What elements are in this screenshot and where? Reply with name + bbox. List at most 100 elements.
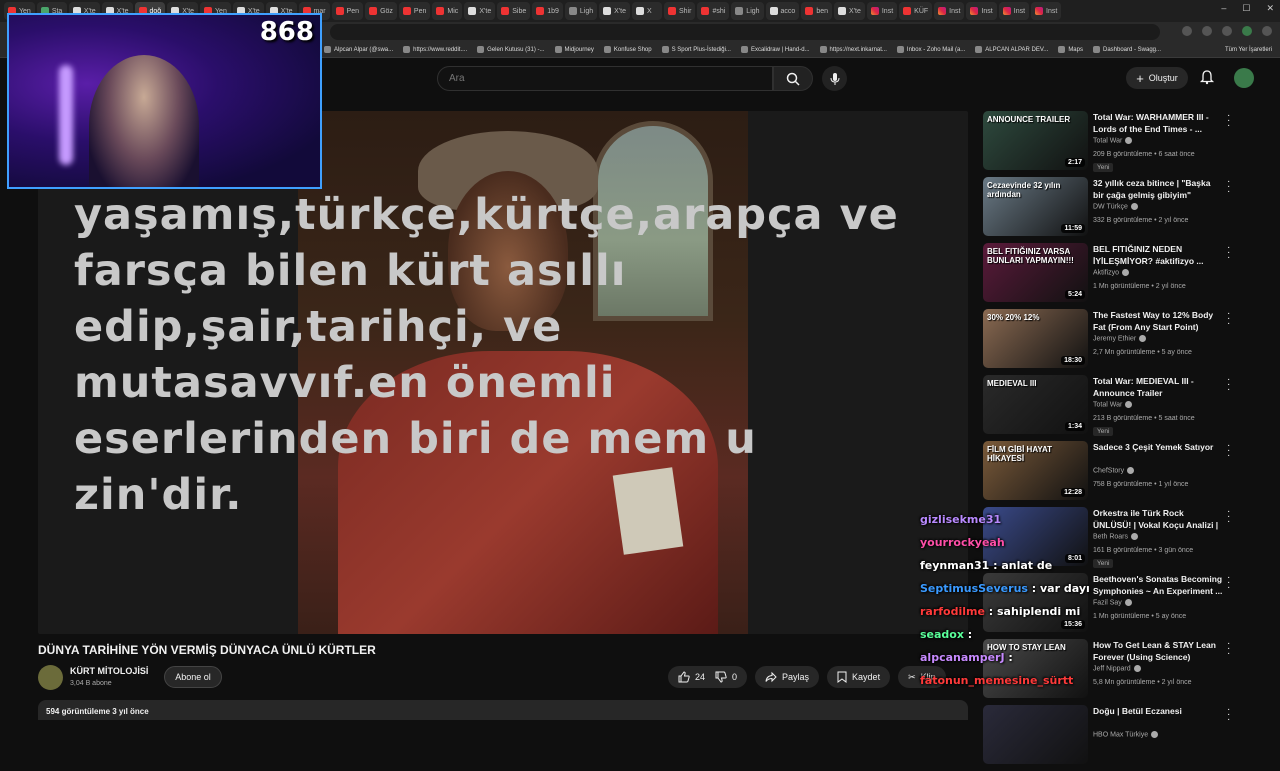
browser-tab[interactable]: Inst (866, 2, 898, 20)
video-thumbnail[interactable]: BEL FITIĞINIZ VARSA BUNLARI YAPMAYIN!!! … (983, 243, 1088, 302)
browser-tab[interactable]: X'te (834, 2, 865, 20)
bookmark-item[interactable]: ALPCAN ALPAR DEV... (975, 46, 1048, 53)
chat-username[interactable]: rarfodilme (920, 605, 985, 618)
menu-icon[interactable] (1262, 26, 1272, 36)
video-channel[interactable]: Total War (1093, 137, 1133, 144)
browser-tab[interactable]: acco (765, 2, 800, 20)
all-bookmarks[interactable]: Tüm Yer İşaretleri (1225, 47, 1272, 53)
video-thumbnail[interactable]: 30% 20% 12% 18:30 (983, 309, 1088, 368)
maximize-icon[interactable]: ☐ (1242, 3, 1250, 14)
bookmark-item[interactable]: Midjourney (554, 46, 594, 53)
video-channel[interactable]: Jeff Nippard (1093, 665, 1141, 672)
recommended-video[interactable]: FİLM GİBİ HAYAT HİKAYESİ 12:28 Sadece 3 … (983, 441, 1243, 507)
bookmark-item[interactable]: Excalidraw | Hand-d... (740, 46, 810, 53)
video-title[interactable]: BEL FITIĞINIZ NEDEN İYİLEŞMİYOR? #aktifi… (1093, 243, 1223, 267)
recommended-video[interactable]: Cezaevinde 32 yılın ardından 11:59 32 yı… (983, 177, 1243, 243)
chat-username[interactable]: seadox (920, 628, 964, 641)
url-field[interactable] (330, 24, 1160, 40)
browser-tab[interactable]: Shir (664, 2, 696, 20)
browser-tab[interactable]: Ligh (564, 2, 598, 20)
save-button[interactable]: Kaydet (827, 666, 891, 688)
recommended-video[interactable]: ANNOUNCE TRAILER 2:17 Total War: WARHAMM… (983, 111, 1243, 177)
video-channel[interactable]: HBO Max Türkiye (1093, 731, 1159, 738)
description-box[interactable]: 594 görüntüleme 3 yıl önce (38, 700, 968, 720)
bookmark-item[interactable]: https://next.inkarnat... (819, 46, 887, 53)
more-options-icon[interactable]: · · · (1227, 639, 1230, 659)
video-channel[interactable]: DW Türkçe (1093, 203, 1138, 210)
channel-avatar[interactable] (38, 665, 63, 690)
bookmark-item[interactable]: Gelen Kutusu (31) -... (477, 46, 545, 53)
bookmark-item[interactable]: Konfuse Shop (603, 46, 652, 53)
browser-tab[interactable]: Inst (966, 2, 997, 20)
video-thumbnail[interactable] (983, 705, 1088, 764)
video-player[interactable]: da yaşamış,türkçe,kürtçe,arapça ve farsç… (38, 111, 968, 634)
extension-icon[interactable] (1182, 26, 1192, 36)
create-button[interactable]: + Oluştur (1126, 67, 1188, 89)
browser-tab[interactable]: Inst (934, 2, 965, 20)
voice-search-button[interactable] (822, 66, 847, 91)
chat-username[interactable]: gizlisekme31 (920, 513, 1001, 526)
video-title[interactable]: How To Get Lean & STAY Lean Forever (Usi… (1093, 639, 1223, 663)
subscribe-button[interactable]: Abone ol (164, 666, 222, 688)
video-channel[interactable]: Aktifizyo (1093, 269, 1130, 276)
bookmark-item[interactable]: Alpcan Alpar (@swa... (324, 46, 393, 53)
bookmark-item[interactable]: https://www.reddit.... (403, 46, 467, 53)
channel-name[interactable]: KÜRT MİTOLOJİSİ (70, 666, 148, 676)
video-thumbnail[interactable]: Cezaevinde 32 yılın ardından 11:59 (983, 177, 1088, 236)
video-channel[interactable]: ChefStory (1093, 467, 1135, 474)
more-options-icon[interactable]: · · · (1227, 177, 1230, 197)
video-thumbnail[interactable]: MEDIEVAL III 1:34 (983, 375, 1088, 434)
bookmark-item[interactable]: Maps (1058, 46, 1083, 53)
extension-icon[interactable] (1202, 26, 1212, 36)
more-options-icon[interactable]: · · · (1227, 441, 1230, 461)
browser-tab[interactable]: Pen (331, 2, 364, 20)
browser-tab[interactable]: Sibe (497, 2, 531, 20)
browser-tab[interactable]: X (632, 2, 662, 20)
bookmark-item[interactable]: Inbox - Zoho Mail (a... (896, 46, 965, 53)
video-thumbnail[interactable]: FİLM GİBİ HAYAT HİKAYESİ 12:28 (983, 441, 1088, 500)
video-title[interactable]: The Fastest Way to 12% Body Fat (From An… (1093, 309, 1223, 333)
like-button[interactable]: 24 (678, 671, 705, 683)
recommended-video[interactable]: 30% 20% 12% 18:30 The Fastest Way to 12%… (983, 309, 1243, 375)
browser-tab[interactable]: KÜF (899, 2, 933, 20)
bookmark-item[interactable]: S Sport Plus-İstediği... (661, 46, 731, 53)
video-title[interactable]: 32 yıllık ceza bitince | "Başka bir çağa… (1093, 177, 1223, 201)
browser-tab[interactable]: #shi (697, 2, 730, 20)
more-options-icon[interactable]: · · · (1227, 243, 1230, 263)
minimize-icon[interactable]: – (1221, 3, 1226, 14)
notifications-bell-icon[interactable] (1199, 69, 1215, 85)
more-options-icon[interactable]: · · · (1227, 309, 1230, 329)
chat-username[interactable]: fatonun_memesine_sürtt (920, 674, 1073, 687)
video-channel[interactable]: Total War (1093, 401, 1133, 408)
browser-tab[interactable]: X'te (599, 2, 630, 20)
dislike-button[interactable]: 0 (715, 671, 737, 683)
more-options-icon[interactable]: · · · (1227, 507, 1230, 527)
more-options-icon[interactable]: · · · (1227, 573, 1230, 593)
user-avatar[interactable] (1234, 68, 1254, 88)
video-title[interactable]: Orkestra ile Türk Rock ÜNLÜSÜ! | Vokal K… (1093, 507, 1223, 531)
search-input[interactable] (438, 67, 772, 90)
video-title[interactable]: Doğu | Betül Eczanesi (1093, 705, 1223, 717)
chat-username[interactable]: SeptimusSeverus (920, 582, 1028, 595)
chat-username[interactable]: yourrockyeah (920, 536, 1005, 549)
browser-tab[interactable]: Mic (432, 2, 463, 20)
more-options-icon[interactable]: · · · (1227, 375, 1230, 395)
recommended-video[interactable]: BEL FITIĞINIZ VARSA BUNLARI YAPMAYIN!!! … (983, 243, 1243, 309)
video-title[interactable]: Total War: MEDIEVAL III - Announce Trail… (1093, 375, 1223, 399)
browser-tab[interactable]: Pen (398, 2, 431, 20)
browser-tab[interactable]: X'te (464, 2, 496, 20)
video-channel[interactable]: Jeremy Ethier (1093, 335, 1147, 342)
browser-tab[interactable]: 1b9 (532, 2, 563, 20)
chat-username[interactable]: feynman31 (920, 559, 989, 572)
profile-icon[interactable] (1242, 26, 1252, 36)
browser-tab[interactable]: Göz (365, 2, 397, 20)
bookmark-item[interactable]: Dashboard - Swagg... (1092, 46, 1161, 53)
close-window-icon[interactable]: ✕ (1266, 3, 1274, 14)
chat-username[interactable]: alpcanamperJ (920, 651, 1005, 664)
video-title[interactable]: Beethoven's Sonatas Becoming Symphonies … (1093, 573, 1223, 597)
video-title[interactable]: Sadece 3 Çeşit Yemek Satıyor (1093, 441, 1223, 453)
browser-tab[interactable]: Inst (998, 2, 1030, 20)
recommended-video[interactable]: Doğu | Betül Eczanesi HBO Max Türkiye · ·… (983, 705, 1243, 771)
recommended-video[interactable]: MEDIEVAL III 1:34 Total War: MEDIEVAL II… (983, 375, 1243, 441)
browser-tab[interactable]: ben (801, 2, 833, 20)
